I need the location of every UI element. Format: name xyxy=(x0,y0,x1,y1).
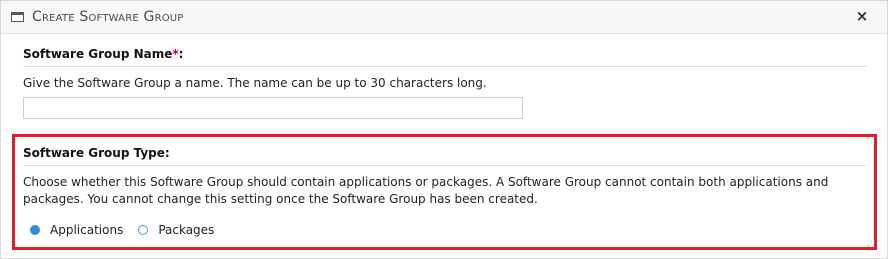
software-group-type-section: Software Group Type: Choose whether this… xyxy=(12,134,877,250)
name-label-text: Software Group Name xyxy=(23,47,173,61)
software-group-type-label: Software Group Type: xyxy=(23,144,866,166)
software-group-name-label: Software Group Name*: xyxy=(23,45,867,67)
radio-label-packages: Packages xyxy=(158,223,215,237)
name-label-suffix: : xyxy=(178,47,184,61)
dialog-title: Create Software Group xyxy=(32,9,184,25)
radio-label-applications: Applications xyxy=(50,223,124,237)
software-group-name-input[interactable] xyxy=(23,97,523,119)
software-group-name-description: Give the Software Group a name. The name… xyxy=(23,76,487,90)
radio-option-packages[interactable]: Packages xyxy=(135,223,214,237)
radio-option-applications[interactable]: Applications xyxy=(27,223,123,237)
radio-button-applications[interactable] xyxy=(30,225,40,235)
close-button[interactable]: × xyxy=(853,6,871,26)
software-group-name-section: Software Group Name*: Give the Software … xyxy=(23,45,867,119)
software-group-type-description: Choose whether this Software Group shoul… xyxy=(23,175,829,206)
software-group-type-options: Applications Packages xyxy=(27,221,226,239)
dialog-titlebar: Create Software Group × xyxy=(1,1,887,34)
window-icon xyxy=(11,12,24,22)
create-software-group-dialog: Create Software Group × Software Group N… xyxy=(0,0,888,259)
radio-button-packages[interactable] xyxy=(138,225,149,235)
